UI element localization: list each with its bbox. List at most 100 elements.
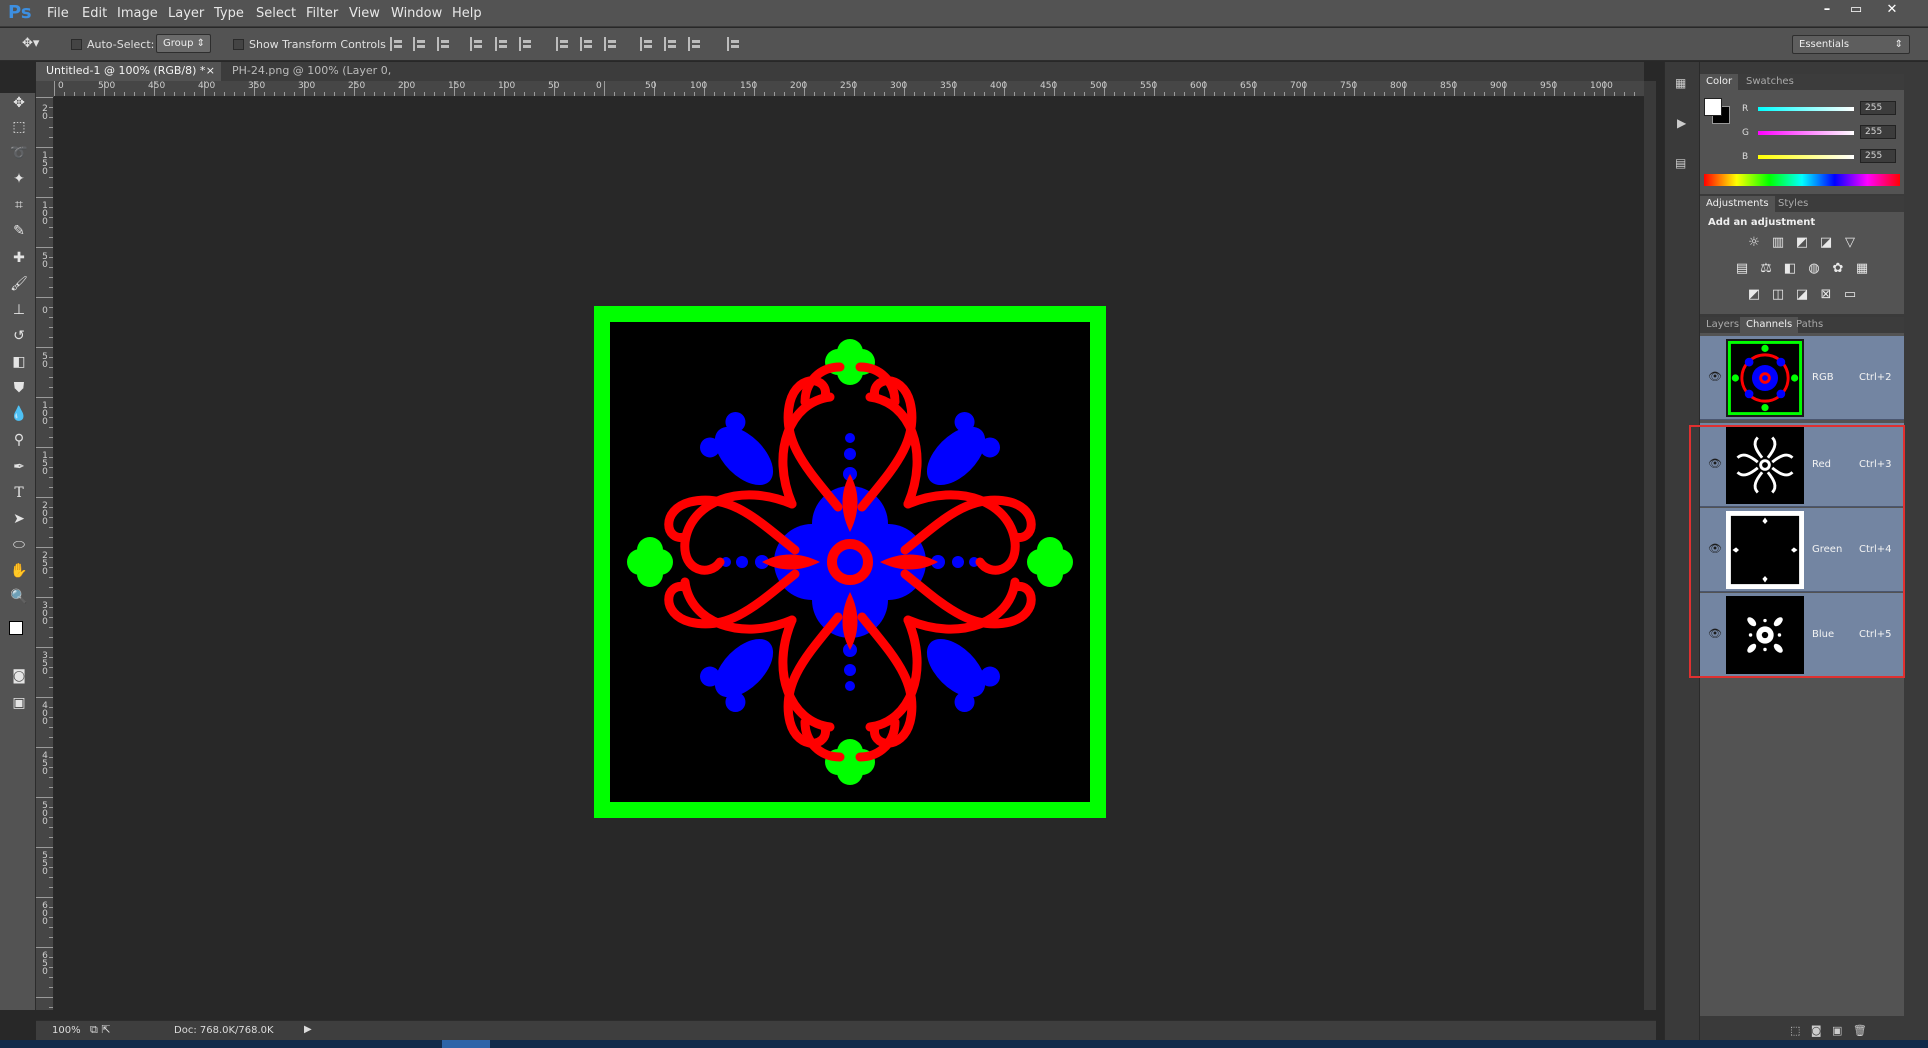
- tab-color[interactable]: Color: [1700, 74, 1739, 90]
- brush-tool-icon[interactable]: 🖌: [8, 274, 30, 294]
- screen-mode-icon[interactable]: ▣: [8, 693, 30, 713]
- fg-color-swatch[interactable]: [1704, 98, 1722, 116]
- paint-bucket-tool-icon[interactable]: ⛊: [8, 378, 30, 398]
- channel-row-rgb[interactable]: 👁 RGB Ctrl+2: [1700, 336, 1904, 420]
- g-slider[interactable]: [1758, 131, 1854, 135]
- magic-wand-tool-icon[interactable]: ✦: [8, 169, 30, 189]
- move-tool-preset-icon[interactable]: ✥▾: [22, 36, 39, 51]
- history-panel-icon[interactable]: ▦: [1675, 76, 1686, 90]
- black-white-icon[interactable]: ◧: [1782, 262, 1798, 276]
- tab-swatches[interactable]: Swatches: [1740, 74, 1800, 90]
- tab-styles[interactable]: Styles: [1772, 196, 1814, 212]
- tab-adjustments[interactable]: Adjustments: [1700, 196, 1775, 212]
- b-slider[interactable]: [1758, 155, 1854, 159]
- align-right-icon[interactable]: [519, 37, 533, 51]
- status-menu-arrow-icon[interactable]: ▶: [304, 1024, 312, 1035]
- pen-tool-icon[interactable]: ✒: [8, 457, 30, 477]
- channel-mixer-icon[interactable]: ✿: [1830, 262, 1846, 276]
- invert-icon[interactable]: ◩: [1746, 288, 1762, 302]
- crop-tool-icon[interactable]: ⌗: [8, 195, 30, 215]
- vertical-scrollbar[interactable]: [1644, 81, 1656, 1010]
- r-value[interactable]: 255: [1860, 101, 1896, 115]
- foreground-color-swatch[interactable]: [9, 621, 23, 635]
- auto-select-checkbox[interactable]: [71, 39, 82, 50]
- distribute-left-icon[interactable]: [640, 37, 654, 51]
- gradient-map-icon[interactable]: ▭: [1842, 288, 1858, 302]
- tab-layers[interactable]: Layers: [1700, 317, 1745, 333]
- status-icons[interactable]: ⧉ ⇱: [90, 1023, 111, 1037]
- threshold-icon[interactable]: ◪: [1794, 288, 1810, 302]
- clone-stamp-tool-icon[interactable]: ⊥: [8, 300, 30, 320]
- auto-align-icon[interactable]: [727, 37, 741, 51]
- menu-layer[interactable]: Layer: [168, 6, 204, 21]
- distribute-right-icon[interactable]: [688, 37, 702, 51]
- menu-image[interactable]: Image: [117, 6, 158, 21]
- distribute-top-icon[interactable]: [556, 37, 570, 51]
- channel-row-green[interactable]: 👁 Green Ctrl+4: [1700, 508, 1904, 592]
- photo-filter-icon[interactable]: ◍: [1806, 262, 1822, 276]
- g-value[interactable]: 255: [1860, 125, 1896, 139]
- canvas-workspace[interactable]: [54, 97, 1644, 1010]
- channel-row-blue[interactable]: 👁 Blue Ctrl+5: [1700, 593, 1904, 677]
- r-slider[interactable]: [1758, 107, 1854, 111]
- restore-button[interactable]: ▭: [1844, 2, 1868, 20]
- taskbar-active-app[interactable]: [442, 1040, 490, 1048]
- healing-brush-tool-icon[interactable]: ✚: [8, 248, 30, 268]
- workspace-switcher[interactable]: Essentials ⇕: [1792, 35, 1910, 54]
- eraser-tool-icon[interactable]: ◧: [8, 352, 30, 372]
- marquee-tool-icon[interactable]: ⬚: [8, 117, 30, 137]
- menu-edit[interactable]: Edit: [82, 6, 107, 21]
- tab-untitled-1[interactable]: Untitled-1 @ 100% (RGB/8) * ×: [36, 62, 221, 81]
- show-transform-checkbox[interactable]: [233, 39, 244, 50]
- actions-panel-icon[interactable]: ▶: [1677, 116, 1686, 130]
- align-bottom-icon[interactable]: [437, 37, 451, 51]
- eye-icon[interactable]: 👁: [1708, 457, 1722, 470]
- move-tool-icon[interactable]: ✥: [8, 93, 30, 113]
- lasso-tool-icon[interactable]: ➰: [8, 143, 30, 163]
- eye-icon[interactable]: 👁: [1708, 627, 1722, 640]
- color-balance-icon[interactable]: ⚖: [1758, 262, 1774, 276]
- align-vcenter-icon[interactable]: [413, 37, 427, 51]
- b-value[interactable]: 255: [1860, 149, 1896, 163]
- history-brush-tool-icon[interactable]: ↺: [8, 326, 30, 346]
- levels-icon[interactable]: ▥: [1770, 236, 1786, 250]
- color-spectrum-ramp[interactable]: [1704, 174, 1900, 186]
- channel-row-red[interactable]: 👁 Red Ctrl+3: [1700, 423, 1904, 507]
- zoom-tool-icon[interactable]: 🔍: [8, 587, 30, 607]
- menu-help[interactable]: Help: [452, 6, 482, 21]
- distribute-hcenter-icon[interactable]: [664, 37, 678, 51]
- blur-tool-icon[interactable]: 💧: [8, 404, 30, 424]
- zoom-level[interactable]: 100%: [52, 1025, 81, 1036]
- eye-icon[interactable]: 👁: [1708, 542, 1722, 555]
- menu-window[interactable]: Window: [391, 6, 442, 21]
- distribute-bottom-icon[interactable]: [604, 37, 618, 51]
- posterize-icon[interactable]: ◫: [1770, 288, 1786, 302]
- tab-ph-24[interactable]: PH-24.png @ 100% (Layer 0, Blue/8) ×: [222, 62, 432, 95]
- eye-icon[interactable]: 👁: [1708, 370, 1722, 383]
- curves-icon[interactable]: ◩: [1794, 236, 1810, 250]
- exposure-icon[interactable]: ◪: [1818, 236, 1834, 250]
- brightness-icon[interactable]: ☼: [1746, 236, 1762, 250]
- align-hcenter-icon[interactable]: [495, 37, 509, 51]
- align-top-icon[interactable]: [390, 37, 404, 51]
- menu-select[interactable]: Select: [256, 6, 296, 21]
- hand-tool-icon[interactable]: ✋: [8, 561, 30, 581]
- eyedropper-tool-icon[interactable]: ✎: [8, 221, 30, 241]
- properties-panel-icon[interactable]: ▤: [1675, 156, 1686, 170]
- hue-saturation-icon[interactable]: ▤: [1734, 262, 1750, 276]
- dodge-tool-icon[interactable]: ⚲: [8, 430, 30, 450]
- type-tool-icon[interactable]: T: [8, 483, 30, 503]
- menu-file[interactable]: File: [47, 6, 69, 21]
- quick-mask-icon[interactable]: ◙: [8, 666, 30, 686]
- vibrance-icon[interactable]: ▽: [1842, 236, 1858, 250]
- close-tab-icon[interactable]: ×: [206, 62, 215, 80]
- minimize-button[interactable]: –: [1815, 2, 1839, 20]
- auto-select-dropdown[interactable]: Group ⇕: [156, 34, 211, 53]
- path-selection-tool-icon[interactable]: ➤: [8, 509, 30, 529]
- channels-footer-icons[interactable]: ⬚ ◙ ▣ 🗑: [1790, 1024, 1867, 1037]
- menu-filter[interactable]: Filter: [306, 6, 338, 21]
- menu-view[interactable]: View: [349, 6, 380, 21]
- document-canvas[interactable]: [594, 306, 1106, 818]
- shape-tool-icon[interactable]: ⬭: [8, 535, 30, 555]
- tab-paths[interactable]: Paths: [1790, 317, 1829, 333]
